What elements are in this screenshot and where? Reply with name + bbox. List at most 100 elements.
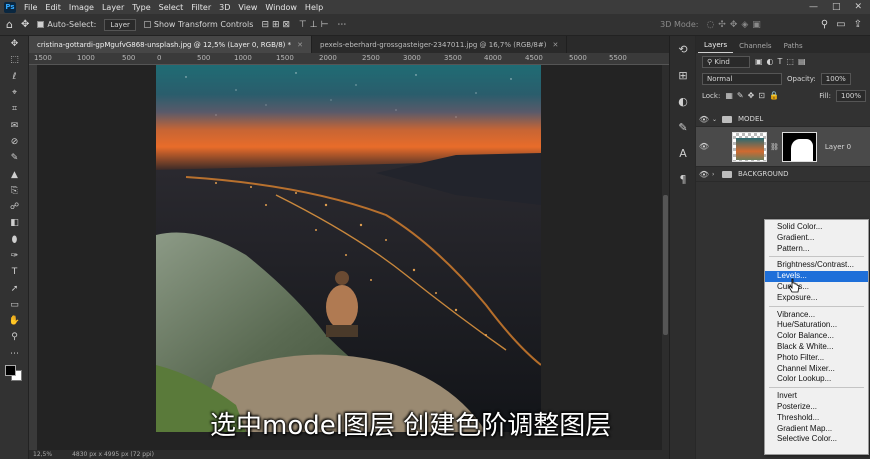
menu-item-hue-saturation[interactable]: Hue/Saturation...: [765, 320, 868, 331]
menu-item-pattern[interactable]: Pattern...: [765, 244, 868, 255]
tab-paths[interactable]: Paths: [778, 42, 809, 53]
eyedropper-tool-icon[interactable]: ⊘: [0, 134, 29, 150]
brush-settings-icon[interactable]: ✎: [670, 114, 696, 140]
move-tool-icon[interactable]: ✥: [0, 36, 29, 52]
crop-tool-icon[interactable]: ⌗: [0, 101, 29, 117]
auto-select-target-dropdown[interactable]: Layer: [104, 18, 136, 31]
healing-brush-tool-icon[interactable]: ✎: [0, 150, 29, 166]
vertical-scrollbar[interactable]: [662, 65, 669, 450]
scrollbar-thumb[interactable]: [663, 195, 668, 335]
paragraph-icon[interactable]: ¶: [670, 166, 696, 192]
maximize-icon[interactable]: □: [832, 2, 841, 12]
auto-select-checkbox[interactable]: Auto-Select:: [37, 20, 96, 29]
menu-item-posterize[interactable]: Posterize...: [765, 402, 868, 413]
tab-channels[interactable]: Channels: [733, 42, 777, 53]
marquee-tool-icon[interactable]: ⬚: [0, 52, 29, 68]
visibility-eye-icon[interactable]: 👁: [696, 115, 712, 124]
menu-filter[interactable]: Filter: [191, 3, 211, 12]
menu-image[interactable]: Image: [69, 3, 94, 12]
link-chain-icon[interactable]: ⛓: [770, 143, 779, 151]
search-icon[interactable]: ⚲: [821, 19, 828, 30]
eraser-tool-icon[interactable]: ◧: [0, 215, 29, 231]
menu-item-black-white[interactable]: Black & White...: [765, 342, 868, 353]
gradient-tool-icon[interactable]: ⬮: [0, 232, 29, 248]
character-icon[interactable]: A: [670, 140, 696, 166]
menu-item-invert[interactable]: Invert: [765, 391, 868, 402]
fill-input[interactable]: 100%: [835, 89, 866, 102]
frame-tool-icon[interactable]: ✉: [0, 117, 29, 133]
layer-row-layer0[interactable]: 👁 ⛓ Layer 0: [696, 127, 870, 167]
menu-item-solid-color[interactable]: Solid Color...: [765, 222, 868, 233]
menu-item-curves[interactable]: Curves...: [765, 282, 868, 293]
menu-item-vibrance[interactable]: Vibrance...: [765, 310, 868, 321]
menu-edit[interactable]: Edit: [45, 3, 61, 12]
align-icons[interactable]: ⊟⊞⊠ ⊤⊥⊢ ⋯: [261, 20, 349, 30]
filter-type-icons[interactable]: ▣◐T⬚▤: [755, 57, 810, 66]
3d-mode-icons[interactable]: ◌✣✥◈▣: [706, 20, 764, 30]
close-tab-icon[interactable]: ✕: [552, 41, 558, 49]
menu-item-selective-color[interactable]: Selective Color...: [765, 434, 868, 445]
opacity-input[interactable]: 100%: [820, 72, 851, 85]
path-selection-tool-icon[interactable]: ➚: [0, 280, 29, 296]
history-brush-tool-icon[interactable]: ☍: [0, 199, 29, 215]
menu-item-exposure[interactable]: Exposure...: [765, 293, 868, 304]
menu-item-levels[interactable]: Levels...: [765, 271, 868, 282]
clone-stamp-tool-icon[interactable]: ⎘: [0, 183, 29, 199]
menu-type[interactable]: Type: [132, 3, 150, 12]
menu-view[interactable]: View: [238, 3, 257, 12]
menu-item-gradient-map[interactable]: Gradient Map...: [765, 424, 868, 435]
color-swatches[interactable]: [0, 362, 28, 392]
blend-mode-dropdown[interactable]: Normal: [702, 72, 782, 85]
menu-item-color-balance[interactable]: Color Balance...: [765, 331, 868, 342]
menu-item-photo-filter[interactable]: Photo Filter...: [765, 353, 868, 364]
menu-item-threshold[interactable]: Threshold...: [765, 413, 868, 424]
tab-pexels-eberhard[interactable]: pexels-eberhard-grossgasteiger-2347011.j…: [312, 36, 568, 53]
menu-item-channel-mixer[interactable]: Channel Mixer...: [765, 364, 868, 375]
canvas-area[interactable]: [37, 65, 662, 450]
home-icon[interactable]: ⌂: [6, 18, 13, 31]
zoom-level[interactable]: 12,5%: [33, 451, 52, 458]
zoom-tool-icon[interactable]: ⚲: [0, 329, 29, 345]
menu-item-color-lookup[interactable]: Color Lookup...: [765, 374, 868, 385]
kind-filter-dropdown[interactable]: ⚲ Kind: [702, 55, 750, 68]
tab-cristina-gottardi[interactable]: cristina-gottardi-gpMgufvG868-unsplash.j…: [29, 36, 313, 53]
layer-row-background[interactable]: 👁 › BACKGROUND: [696, 167, 870, 182]
layer-row-model[interactable]: 👁 ⌄ MODEL: [696, 112, 870, 127]
properties-icon[interactable]: ⊞: [670, 62, 696, 88]
visibility-eye-icon[interactable]: 👁: [696, 142, 712, 151]
close-tab-icon[interactable]: ✕: [297, 41, 303, 49]
lasso-tool-icon[interactable]: ℓ: [0, 69, 29, 85]
hand-tool-icon[interactable]: ✋: [0, 313, 29, 329]
menu-help[interactable]: Help: [305, 3, 323, 12]
brush-tool-icon[interactable]: ▲: [0, 166, 29, 182]
menu-layer[interactable]: Layer: [102, 3, 124, 12]
share-icon[interactable]: ⇪: [854, 19, 862, 30]
pen-tool-icon[interactable]: ✑: [0, 248, 29, 264]
menu-window[interactable]: Window: [265, 3, 297, 12]
visibility-eye-icon[interactable]: 👁: [696, 170, 712, 179]
chevron-down-icon[interactable]: ⌄: [712, 116, 718, 123]
close-icon[interactable]: ✕: [854, 2, 862, 12]
workspace-icon[interactable]: ▭: [836, 19, 845, 30]
tab-layers[interactable]: Layers: [698, 41, 734, 53]
menu-select[interactable]: Select: [159, 3, 184, 12]
lock-label: Lock:: [702, 91, 721, 100]
layer-mask-thumbnail[interactable]: [781, 131, 817, 162]
adjustments-icon[interactable]: ◐: [670, 88, 696, 114]
document-canvas-photo[interactable]: [156, 65, 541, 432]
foreground-color-swatch[interactable]: [5, 364, 16, 376]
move-tool-icon[interactable]: ✥: [21, 19, 29, 30]
type-tool-icon[interactable]: T: [0, 264, 29, 280]
minimize-icon[interactable]: —: [809, 2, 818, 12]
chevron-right-icon[interactable]: ›: [712, 171, 718, 178]
quick-select-tool-icon[interactable]: ⌖: [0, 85, 29, 101]
menu-3d[interactable]: 3D: [219, 3, 230, 12]
menu-item-gradient[interactable]: Gradient...: [765, 233, 868, 244]
rectangle-tool-icon[interactable]: ▭: [0, 297, 29, 313]
lock-icons[interactable]: ▦✎✥⊡🔒: [725, 91, 783, 100]
show-transform-checkbox[interactable]: Show Transform Controls: [143, 20, 253, 29]
history-icon[interactable]: ⟲: [670, 36, 696, 62]
menu-file[interactable]: File: [24, 3, 37, 12]
menu-item-brightness-contrast[interactable]: Brightness/Contrast...: [765, 260, 868, 271]
more-tools-icon[interactable]: ⋯: [0, 346, 29, 362]
